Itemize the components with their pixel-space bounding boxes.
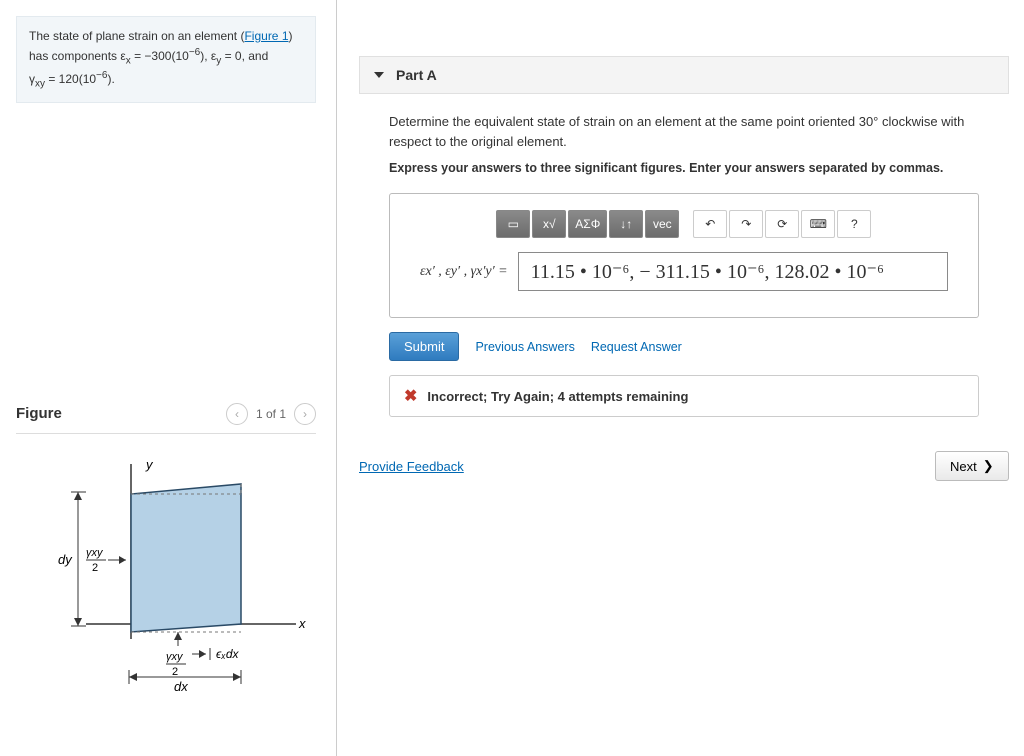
figure-next-button[interactable]: › — [294, 403, 316, 425]
submit-button[interactable]: Submit — [389, 332, 459, 361]
gxy2-bot-num: γxy — [166, 651, 184, 663]
button-row: Submit Previous Answers Request Answer — [389, 332, 979, 361]
figure-body: y x dy γxy 2 — [16, 433, 316, 694]
vector-button[interactable]: vec — [645, 210, 679, 238]
figure-prev-button[interactable]: ‹ — [226, 403, 248, 425]
feedback-text: Incorrect; Try Again; 4 attempts remaini… — [427, 389, 688, 404]
subscript-button[interactable]: ↓↑ — [609, 210, 643, 238]
feedback-box: ✖ Incorrect; Try Again; 4 attempts remai… — [389, 375, 979, 417]
right-panel: Part A Determine the equivalent state of… — [337, 0, 1024, 756]
provide-feedback-link[interactable]: Provide Feedback — [359, 459, 464, 474]
request-answer-link[interactable]: Request Answer — [591, 340, 682, 354]
figure-link[interactable]: Figure 1 — [244, 29, 288, 43]
axis-y-label: y — [145, 457, 154, 472]
line2b: = 120(10 — [45, 72, 96, 86]
gxy-sub: xy — [35, 79, 45, 90]
redo-button[interactable]: ↷ — [729, 210, 763, 238]
gxy2-left-den: 2 — [92, 562, 98, 574]
eq2: = 0, and — [221, 49, 268, 63]
axis-x-label: x — [298, 616, 306, 631]
equation-toolbar: ▭ x√ ΑΣΦ ↓↑ vec ↶ ↷ ⟳ ⌨ ? — [420, 210, 948, 238]
figure-title: Figure — [16, 405, 62, 422]
undo-button[interactable]: ↶ — [693, 210, 727, 238]
help-button[interactable]: ? — [837, 210, 871, 238]
part-a-header[interactable]: Part A — [359, 56, 1009, 94]
answer-box: ▭ x√ ΑΣΦ ↓↑ vec ↶ ↷ ⟳ ⌨ ? εx′ , εy′ , γx… — [389, 193, 979, 318]
incorrect-icon: ✖ — [404, 386, 417, 406]
footer-row: Provide Feedback Next ❯ — [359, 451, 1009, 481]
reset-button[interactable]: ⟳ — [765, 210, 799, 238]
chevron-right-icon: ❯ — [983, 458, 994, 474]
keyboard-button[interactable]: ⌨ — [801, 210, 835, 238]
stmt-pre: The state of plane strain on an element … — [29, 29, 244, 43]
fraction-button[interactable]: x√ — [532, 210, 566, 238]
previous-answers-link[interactable]: Previous Answers — [475, 340, 574, 354]
greek-button[interactable]: ΑΣΦ — [568, 210, 607, 238]
left-panel: The state of plane strain on an element … — [0, 0, 337, 756]
figure-page-indicator: 1 of 1 — [256, 407, 286, 421]
figure-svg: y x dy γxy 2 — [16, 454, 316, 694]
part-a-statement: Determine the equivalent state of strain… — [389, 112, 979, 151]
part-a-body: Determine the equivalent state of strain… — [359, 94, 1009, 417]
dy-label: dy — [58, 552, 73, 567]
next-button[interactable]: Next ❯ — [935, 451, 1009, 481]
answer-input[interactable]: 11.15 • 10⁻⁶, − 311.15 • 10⁻⁶, 128.02 • … — [518, 252, 948, 291]
line2c: ). — [107, 72, 114, 86]
part-a-title: Part A — [396, 67, 437, 83]
figure-pager: ‹ 1 of 1 › — [226, 403, 316, 425]
answer-line: εx′ , εy′ , γx′y′ = 11.15 • 10⁻⁶, − 311.… — [420, 252, 948, 291]
gxy2-bot-den: 2 — [172, 666, 178, 678]
mid1: ), ε — [200, 49, 216, 63]
exdx-label: ϵₓdx — [216, 647, 240, 661]
dx-label: dx — [174, 679, 188, 694]
gxy2-left-num: γxy — [86, 547, 104, 559]
exp2: −6 — [96, 70, 107, 81]
eq1: = −300(10 — [131, 49, 189, 63]
template-button[interactable]: ▭ — [496, 210, 530, 238]
part-a-instruction: Express your answers to three significan… — [389, 161, 979, 175]
exp1: −6 — [189, 47, 200, 58]
figure-header: Figure ‹ 1 of 1 › — [16, 403, 316, 433]
caret-down-icon — [374, 72, 384, 78]
next-label: Next — [950, 459, 977, 474]
problem-statement: The state of plane strain on an element … — [16, 16, 316, 103]
answer-label: εx′ , εy′ , γx′y′ = — [420, 264, 508, 280]
